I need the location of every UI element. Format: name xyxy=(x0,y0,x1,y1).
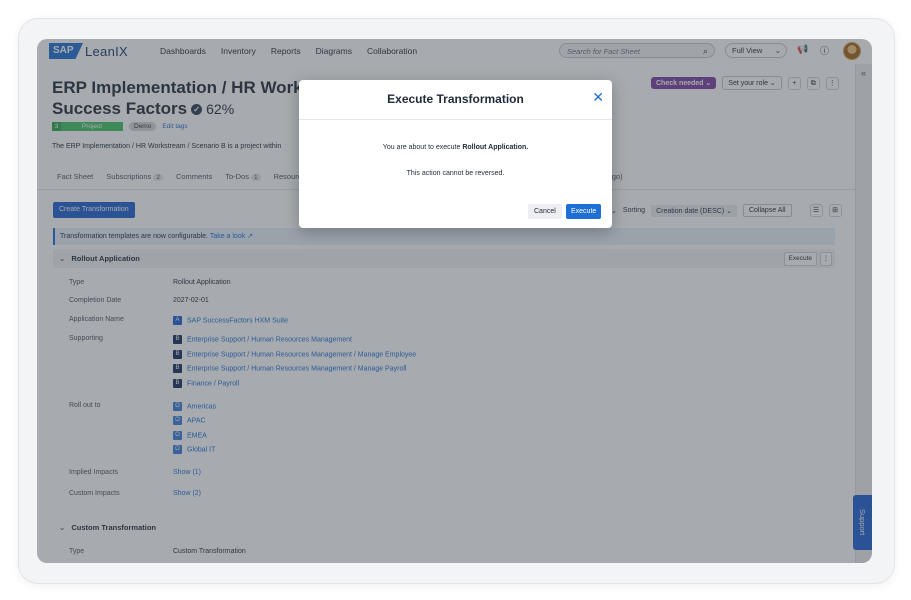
dialog-divider xyxy=(299,119,612,120)
dialog-title: Execute Transformation xyxy=(387,92,524,106)
dialog-message-target: Rollout Application. xyxy=(462,144,529,151)
execute-transformation-dialog: Execute Transformation ✕ You are about t… xyxy=(299,80,612,228)
dialog-warning: This action cannot be reversed. xyxy=(406,170,505,177)
dialog-message-prefix: You are about to execute xyxy=(382,144,461,151)
dialog-message: You are about to execute Rollout Applica… xyxy=(299,144,612,151)
close-icon[interactable]: ✕ xyxy=(592,89,604,106)
execute-button[interactable]: Execute xyxy=(566,204,602,219)
cancel-button[interactable]: Cancel xyxy=(528,204,562,219)
